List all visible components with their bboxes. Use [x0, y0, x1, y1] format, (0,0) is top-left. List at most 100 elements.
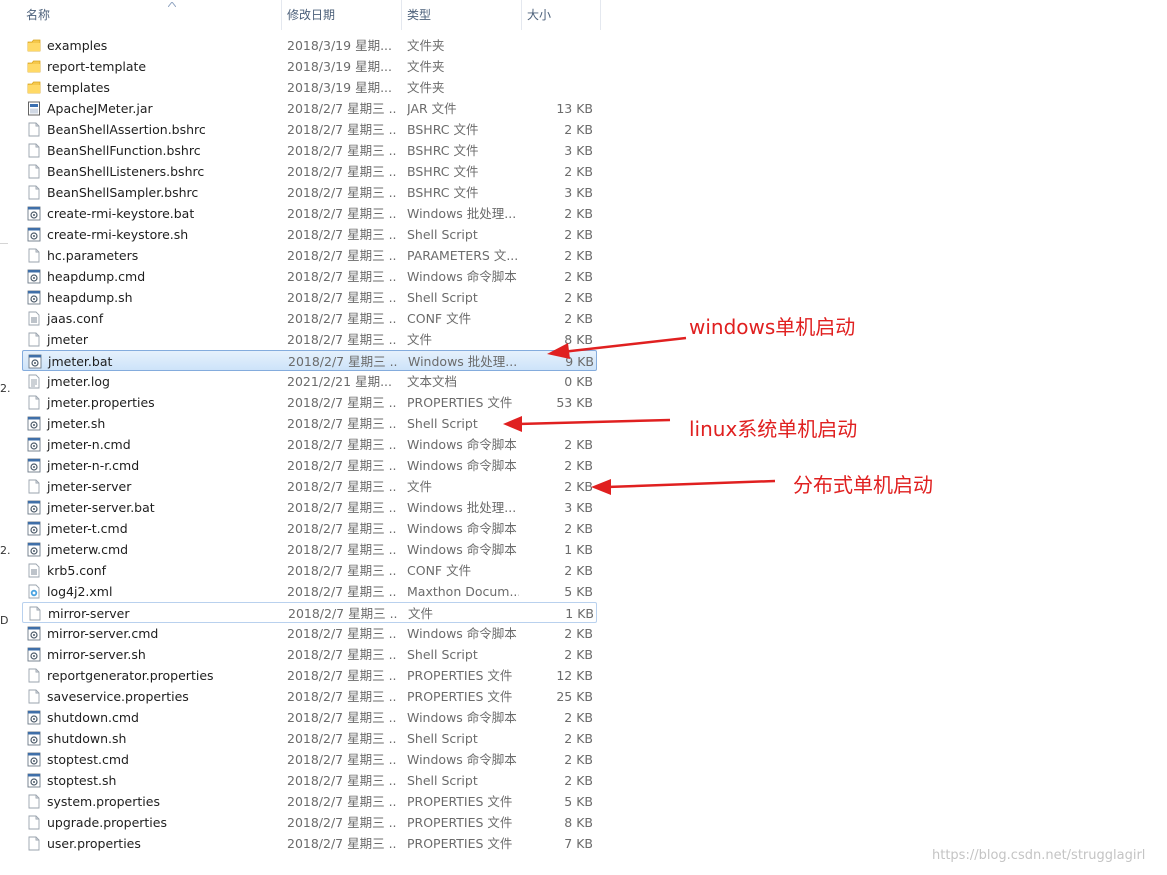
- file-row[interactable]: jmeter.bat 2018/2/7 星期三 ... Windows 批处理...…: [22, 349, 597, 371]
- file-row[interactable]: ApacheJMeter.jar 2018/2/7 星期三 ... JAR 文件 13…: [22, 98, 597, 119]
- file-row[interactable]: mirror-server 2018/2/7 星期三 ... 文件 1 KB: [22, 601, 597, 623]
- file-name: jmeterw.cmd: [47, 541, 129, 557]
- file-size: 5 KB: [564, 793, 593, 809]
- file-row[interactable]: jmeterw.cmd 2018/2/7 星期三 ... Windows 命令脚本 1…: [22, 539, 597, 560]
- file-row[interactable]: templates 2018/3/19 星期... 文件夹: [22, 77, 597, 98]
- file-type: Shell Script: [407, 772, 478, 788]
- file-row[interactable]: examples 2018/3/19 星期... 文件夹: [22, 35, 597, 56]
- folder-icon: [27, 38, 41, 53]
- file-type: PROPERTIES 文件: [407, 814, 513, 830]
- column-header-type[interactable]: 类型: [403, 0, 522, 30]
- file-row[interactable]: BeanShellAssertion.bshrc 2018/2/7 星期三 ...…: [22, 119, 597, 140]
- file-type: 文本文档: [407, 373, 458, 389]
- file-row[interactable]: create-rmi-keystore.sh 2018/2/7 星期三 ... Sh…: [22, 224, 597, 245]
- file-row[interactable]: mirror-server.cmd 2018/2/7 星期三 ... Windows…: [22, 623, 597, 644]
- file-row[interactable]: jmeter-n-r.cmd 2018/2/7 星期三 ... Windows 命令…: [22, 455, 597, 476]
- file-name: BeanShellFunction.bshrc: [47, 142, 201, 158]
- script-gear-icon: [27, 416, 41, 431]
- file-row[interactable]: create-rmi-keystore.bat 2018/2/7 星期三 ... W…: [22, 203, 597, 224]
- file-name: report-template: [47, 58, 147, 74]
- file-row[interactable]: jmeter-t.cmd 2018/2/7 星期三 ... Windows 命令脚本…: [22, 518, 597, 539]
- file-name: create-rmi-keystore.bat: [47, 205, 195, 221]
- file-row[interactable]: krb5.conf 2018/2/7 星期三 ... CONF 文件 2 KB: [22, 560, 597, 581]
- file-row[interactable]: system.properties 2018/2/7 星期三 ... PROPERT…: [22, 791, 597, 812]
- file-row[interactable]: reportgenerator.properties 2018/2/7 星期三 .…: [22, 665, 597, 686]
- file-icon: [27, 164, 41, 179]
- file-date: 2018/2/7 星期三 ...: [287, 625, 397, 641]
- file-name: BeanShellAssertion.bshrc: [47, 121, 206, 137]
- file-row[interactable]: mirror-server.sh 2018/2/7 星期三 ... Shell Sc…: [22, 644, 597, 665]
- file-row[interactable]: jmeter.sh 2018/2/7 星期三 ... Shell Script: [22, 413, 597, 434]
- file-size: 2 KB: [564, 625, 593, 641]
- file-row[interactable]: heapdump.cmd 2018/2/7 星期三 ... Windows 命令脚本…: [22, 266, 597, 287]
- file-icon: [27, 248, 41, 263]
- file-name: shutdown.sh: [47, 730, 127, 746]
- folder-icon: [27, 59, 41, 74]
- file-name: stoptest.cmd: [47, 751, 129, 767]
- file-date: 2018/2/7 星期三 ...: [287, 247, 397, 263]
- file-date: 2018/2/7 星期三 ...: [287, 310, 397, 326]
- file-row[interactable]: shutdown.sh 2018/2/7 星期三 ... Shell Script 2…: [22, 728, 597, 749]
- column-header-name[interactable]: 名称: [22, 0, 282, 30]
- file-row[interactable]: log4j2.xml 2018/2/7 星期三 ... Maxthon Docum.…: [22, 581, 597, 602]
- config-file-icon: [27, 563, 41, 578]
- column-header-size[interactable]: 大小: [523, 0, 601, 30]
- file-name: jmeter.properties: [47, 394, 155, 410]
- file-icon: [27, 332, 41, 347]
- file-size: 2 KB: [564, 310, 593, 326]
- file-date: 2018/2/7 星期三 ...: [287, 289, 397, 305]
- file-explorer-window: 2. 2. D 名称 修改日期 类型 大小 examples 2018/3/19 …: [0, 0, 1167, 875]
- file-date: 2018/2/7 星期三 ...: [287, 268, 397, 284]
- file-row[interactable]: jmeter-n.cmd 2018/2/7 星期三 ... Windows 命令脚本…: [22, 434, 597, 455]
- file-row[interactable]: shutdown.cmd 2018/2/7 星期三 ... Windows 命令脚本…: [22, 707, 597, 728]
- file-date: 2018/2/7 星期三 ...: [287, 100, 397, 116]
- file-date: 2018/2/7 星期三 ...: [287, 541, 397, 557]
- file-row[interactable]: user.properties 2018/2/7 星期三 ... PROPERTIE…: [22, 833, 597, 854]
- file-row[interactable]: jmeter.properties 2018/2/7 星期三 ... PROPERT…: [22, 392, 597, 413]
- jar-file-icon: [27, 101, 41, 116]
- file-name: mirror-server.cmd: [47, 625, 159, 641]
- file-row[interactable]: BeanShellSampler.bshrc 2018/2/7 星期三 ... BS…: [22, 182, 597, 203]
- file-row[interactable]: jmeter.log 2021/2/21 星期... 文本文档 0 KB: [22, 371, 597, 392]
- file-size: 2 KB: [564, 121, 593, 137]
- arrow-distributed: [591, 479, 776, 495]
- file-row[interactable]: jmeter-server.bat 2018/2/7 星期三 ... Windows…: [22, 497, 597, 518]
- script-gear-icon: [27, 731, 41, 746]
- file-type: Shell Script: [407, 415, 478, 431]
- file-date: 2018/2/7 星期三 ...: [287, 562, 397, 578]
- file-date: 2018/2/7 星期三 ...: [287, 478, 397, 494]
- file-type: Shell Script: [407, 226, 478, 242]
- file-row[interactable]: upgrade.properties 2018/2/7 星期三 ... PROPER…: [22, 812, 597, 833]
- file-row[interactable]: BeanShellListeners.bshrc 2018/2/7 星期三 ...…: [22, 161, 597, 182]
- file-type: Windows 命令脚本: [407, 436, 517, 452]
- column-header-size-label: 大小: [527, 8, 552, 22]
- script-gear-icon: [27, 626, 41, 641]
- file-row[interactable]: jmeter-server 2018/2/7 星期三 ... 文件 2 KB: [22, 476, 597, 497]
- file-date: 2018/2/7 星期三 ...: [287, 793, 397, 809]
- file-row[interactable]: stoptest.sh 2018/2/7 星期三 ... Shell Script 2…: [22, 770, 597, 791]
- file-size: 2 KB: [564, 268, 593, 284]
- file-row[interactable]: heapdump.sh 2018/2/7 星期三 ... Shell Script 2…: [22, 287, 597, 308]
- file-row[interactable]: hc.parameters 2018/2/7 星期三 ... PARAMETERS …: [22, 245, 597, 266]
- file-type: 文件: [408, 605, 434, 621]
- file-row[interactable]: jaas.conf 2018/2/7 星期三 ... CONF 文件 2 KB: [22, 308, 597, 329]
- file-row[interactable]: jmeter 2018/2/7 星期三 ... 文件 8 KB: [22, 329, 597, 350]
- file-name: create-rmi-keystore.sh: [47, 226, 189, 242]
- file-row[interactable]: stoptest.cmd 2018/2/7 星期三 ... Windows 命令脚本…: [22, 749, 597, 770]
- file-size: 2 KB: [564, 478, 593, 494]
- file-row[interactable]: saveservice.properties 2018/2/7 星期三 ... PR…: [22, 686, 597, 707]
- file-type: Shell Script: [407, 646, 478, 662]
- script-gear-icon: [27, 710, 41, 725]
- file-row[interactable]: BeanShellFunction.bshrc 2018/2/7 星期三 ... B…: [22, 140, 597, 161]
- file-date: 2018/2/7 星期三 ...: [287, 436, 397, 452]
- file-row[interactable]: report-template 2018/3/19 星期... 文件夹: [22, 56, 597, 77]
- file-icon: [27, 395, 41, 410]
- file-date: 2018/2/7 星期三 ...: [287, 814, 397, 830]
- file-name: stoptest.sh: [47, 772, 117, 788]
- column-header-date[interactable]: 修改日期: [283, 0, 402, 30]
- text-file-icon: [27, 374, 41, 389]
- annotation-windows-label: windows单机启动: [689, 315, 856, 339]
- file-type: BSHRC 文件: [407, 121, 479, 137]
- file-date: 2018/2/7 星期三 ...: [287, 688, 397, 704]
- file-type: CONF 文件: [407, 562, 472, 578]
